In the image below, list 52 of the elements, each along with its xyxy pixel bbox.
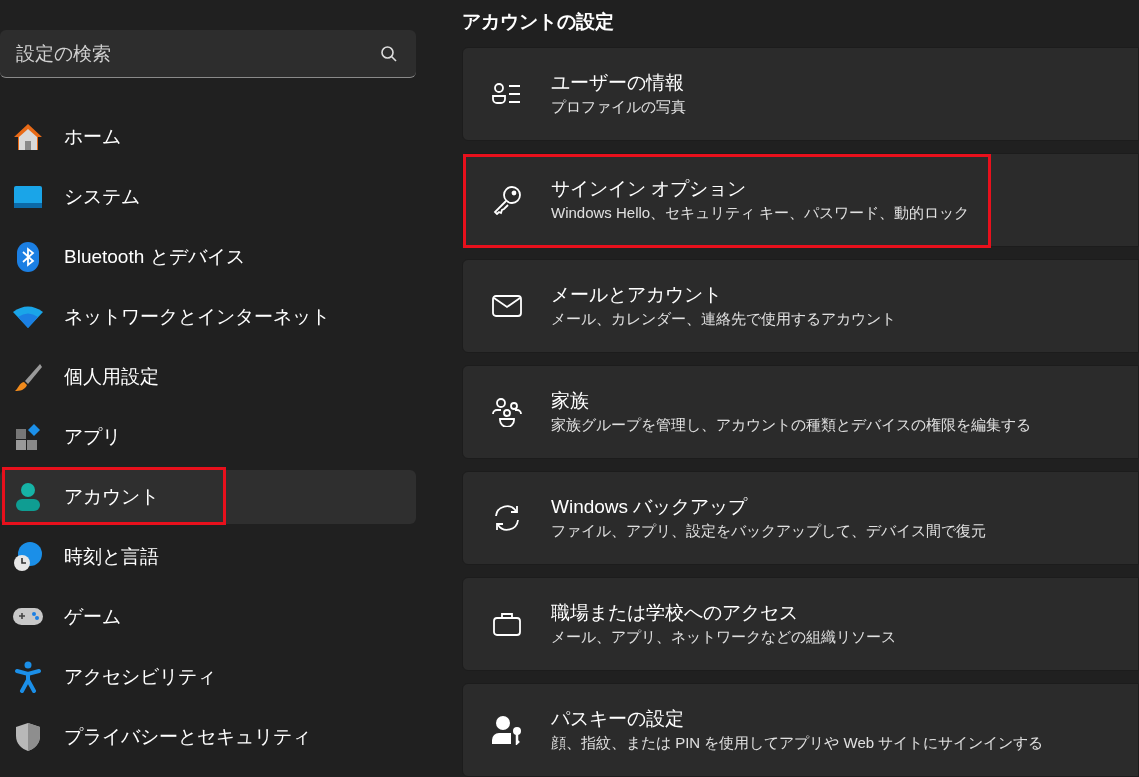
page-title: アカウントの設定	[462, 10, 614, 34]
card-description: 家族グループを管理し、アカウントの種類とデバイスの権限を編集する	[551, 414, 1031, 435]
card-title: Windows バックアップ	[551, 494, 748, 519]
card-description: プロファイルの写真	[551, 96, 686, 117]
sidebar-item[interactable]: ネットワークとインターネット	[0, 290, 416, 344]
card-title: ユーザーの情報	[551, 70, 684, 95]
person-icon	[14, 482, 42, 512]
bluetooth-icon	[16, 241, 40, 273]
sidebar-item[interactable]: 個人用設定	[0, 350, 416, 404]
apps-icon	[14, 423, 42, 451]
sidebar-item[interactable]: ホーム	[0, 110, 416, 164]
paintbrush-icon	[13, 362, 43, 392]
briefcase-icon	[492, 610, 522, 637]
family-icon	[491, 396, 523, 427]
search-field[interactable]: 設定の検索	[0, 30, 416, 78]
sidebar-item[interactable]: システム	[0, 170, 416, 224]
card-title: メールとアカウント	[551, 282, 722, 307]
settings-card[interactable]: 職場または学校へのアクセス メール、アプリ、ネットワークなどの組織リソース	[462, 576, 1139, 671]
card-description: メール、アプリ、ネットワークなどの組織リソース	[551, 626, 896, 647]
card-title: 職場または学校へのアクセス	[551, 600, 798, 625]
sync-icon	[492, 502, 522, 533]
settings-card[interactable]: パスキーの設定 顔、指紋、または PIN を使用してアプリや Web サイトにサインインする	[462, 682, 1139, 777]
card-title: パスキーの設定	[551, 706, 684, 731]
envelope-icon	[492, 293, 522, 318]
settings-card[interactable]: サインイン オプション Windows Hello、セキュリティ キー、パスワード、動的ロック	[462, 152, 1139, 247]
person-key-icon	[491, 714, 523, 745]
card-description: メール、カレンダー、連絡先で使用するアカウント	[551, 308, 896, 329]
card-title: 家族	[551, 388, 589, 413]
settings-card[interactable]: 家族 家族グループを管理し、アカウントの種類とデバイスの権限を編集する	[462, 364, 1139, 459]
sidebar-item[interactable]: 時刻と言語	[0, 530, 416, 584]
monitor-icon	[13, 185, 43, 209]
sidebar-item[interactable]: Bluetooth とデバイス	[0, 230, 416, 284]
sidebar-item[interactable]: アカウント	[0, 470, 416, 524]
sidebar-item[interactable]: ゲーム	[0, 590, 416, 644]
settings-card[interactable]: メールとアカウント メール、カレンダー、連絡先で使用するアカウント	[462, 258, 1139, 353]
user-list-icon	[492, 81, 522, 106]
accessibility-icon	[14, 661, 42, 693]
house-icon	[12, 121, 44, 153]
card-description: Windows Hello、セキュリティ キー、パスワード、動的ロック	[551, 202, 970, 223]
wifi-icon	[12, 305, 44, 329]
globe-clock-icon	[12, 541, 44, 573]
sidebar-item[interactable]: アプリ	[0, 410, 416, 464]
settings-card[interactable]: Windows バックアップ ファイル、アプリ、設定をバックアップして、デバイス間で復元	[462, 470, 1139, 565]
key-icon	[492, 184, 522, 215]
sidebar-item[interactable]: プライバシーとセキュリティ	[0, 710, 416, 764]
card-description: ファイル、アプリ、設定をバックアップして、デバイス間で復元	[551, 520, 986, 541]
sidebar-item[interactable]: アクセシビリティ	[0, 650, 416, 704]
search-icon	[380, 45, 398, 63]
settings-card[interactable]: ユーザーの情報 プロファイルの写真	[462, 46, 1139, 141]
shield-icon	[14, 722, 42, 752]
card-description: 顔、指紋、または PIN を使用してアプリや Web サイトにサインインする	[551, 732, 1044, 753]
card-title: サインイン オプション	[551, 176, 747, 201]
